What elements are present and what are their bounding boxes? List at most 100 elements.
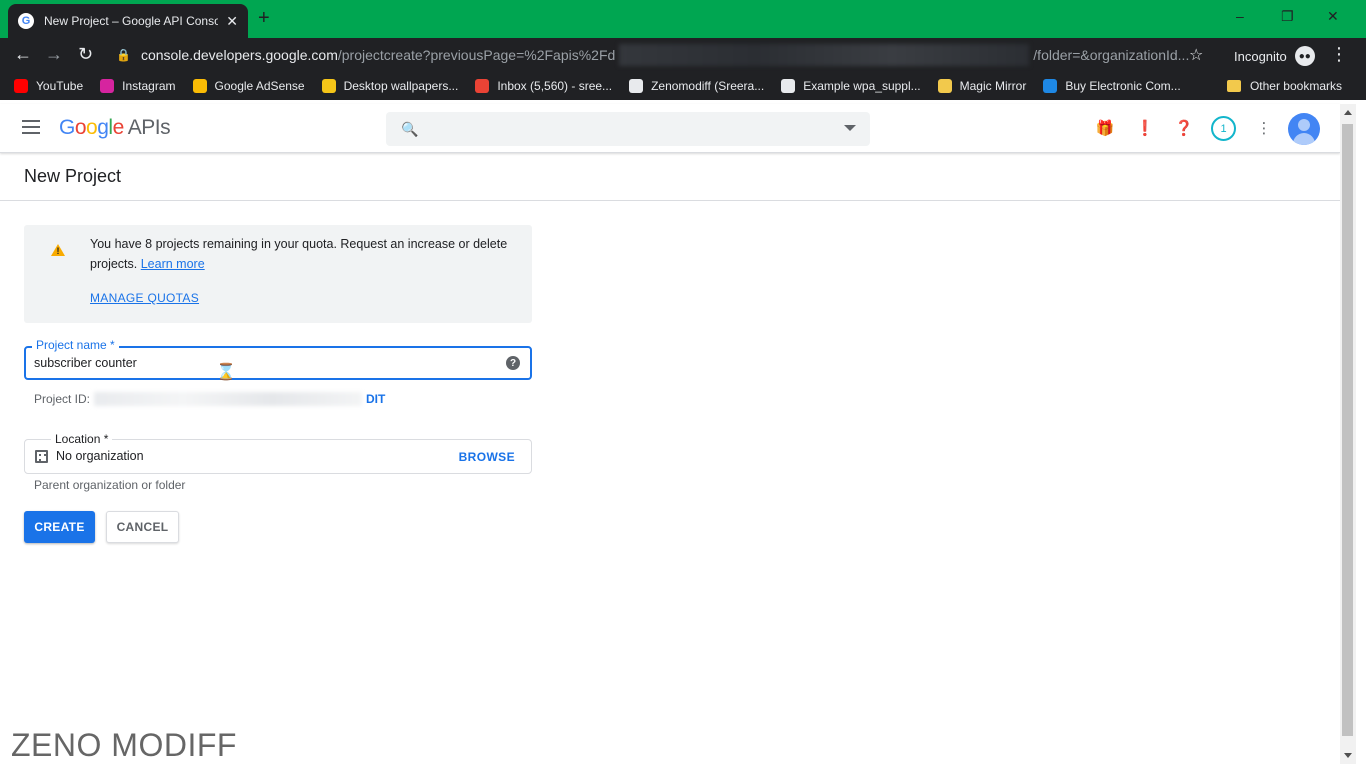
bookmark-label: Google AdSense	[214, 79, 305, 93]
project-id-edit-link[interactable]: DIT	[366, 392, 385, 406]
divider	[0, 200, 1340, 201]
cancel-button[interactable]: CANCEL	[106, 511, 179, 543]
bookmark-label: Zenomodiff (Sreera...	[651, 79, 765, 93]
learn-more-link[interactable]: Learn more	[141, 257, 205, 271]
back-arrow-icon[interactable]: ←	[14, 44, 32, 64]
bookmark-label: Desktop wallpapers...	[343, 79, 459, 93]
close-window-button[interactable]: ✕	[1327, 8, 1339, 25]
quota-notice: ! You have 8 projects remaining in your …	[24, 225, 532, 323]
location-label: Location *	[51, 432, 113, 446]
watermark: ZENO MODIFF	[11, 727, 237, 763]
url-host: console.developers.google.com	[140, 47, 338, 63]
tab-close-icon[interactable]: ✕	[226, 13, 238, 30]
logo-letter: o	[74, 116, 87, 139]
bookmark-icon	[781, 79, 796, 93]
bookmark-item[interactable]: Instagram	[100, 79, 176, 93]
project-id-row: Project ID: DIT	[34, 392, 385, 406]
project-name-field[interactable]: Project name * subscriber counter ?	[24, 338, 532, 380]
project-id-redacted	[94, 392, 363, 406]
bookmark-label: Buy Electronic Com...	[1065, 79, 1181, 93]
folder-icon	[1226, 80, 1241, 92]
scroll-up-icon[interactable]	[1344, 110, 1352, 115]
logo-letter: g	[97, 116, 109, 139]
bookmark-icon	[1043, 79, 1058, 93]
dropdown-arrow-icon[interactable]	[844, 125, 856, 131]
text-cursor-icon: ⌛	[216, 364, 236, 381]
avatar[interactable]	[1288, 113, 1320, 145]
logo-letter: o	[86, 116, 98, 139]
google-apis-logo[interactable]: Google APIs	[59, 116, 171, 140]
other-bookmarks[interactable]: Other bookmarks	[1226, 79, 1342, 93]
bookmark-label: YouTube	[36, 79, 84, 93]
page-title: New Project	[24, 166, 122, 186]
project-name-label: Project name *	[32, 338, 119, 352]
minimize-button[interactable]: –	[1236, 8, 1244, 24]
bookmark-icon	[100, 79, 115, 93]
browser-title-bar: G New Project – Google API Conso ✕ + – ❐…	[0, 0, 1366, 38]
scroll-down-icon[interactable]	[1344, 753, 1352, 758]
bookmark-item[interactable]: Example wpa_suppl...	[781, 79, 921, 93]
browser-tab-active[interactable]: G New Project – Google API Conso ✕	[8, 4, 248, 38]
logo-apis-text: APIs	[127, 116, 171, 139]
bookmark-icon	[937, 79, 952, 93]
bookmark-item[interactable]: Zenomodiff (Sreera...	[629, 79, 764, 93]
bookmark-star-icon[interactable]: ☆	[1189, 45, 1203, 65]
bookmark-item[interactable]: Buy Electronic Com...	[1043, 79, 1181, 93]
new-tab-button[interactable]: +	[258, 8, 270, 28]
lock-icon: 🔒	[116, 48, 131, 62]
bookmark-icon	[629, 79, 644, 93]
more-options-icon[interactable]: ⋮	[1255, 119, 1273, 137]
logo-letter: e	[112, 116, 125, 139]
project-id-label: Project ID:	[34, 392, 91, 406]
url-path: /projectcreate?previousPage=%2Fapis%2Fd	[337, 47, 616, 63]
bookmark-label: Inbox (5,560) - sree...	[497, 79, 613, 93]
bookmark-label: Instagram	[122, 79, 176, 93]
bookmark-icon	[475, 79, 490, 93]
bookmark-label: Example wpa_suppl...	[803, 79, 921, 93]
quota-message: You have 8 projects remaining in your qu…	[90, 234, 510, 274]
bookmark-item[interactable]: Desktop wallpapers...	[321, 79, 459, 93]
help-circle-icon[interactable]: ?	[506, 356, 520, 370]
incognito-label: Incognito	[1234, 48, 1287, 64]
incognito-indicator[interactable]: Incognito ●●	[1234, 46, 1315, 66]
create-button[interactable]: CREATE	[24, 511, 95, 543]
search-icon: 🔍	[401, 121, 419, 137]
location-value: No organization	[56, 449, 144, 463]
menu-icon[interactable]	[22, 120, 40, 134]
google-favicon-icon: G	[18, 13, 34, 29]
search-input[interactable]: 🔍	[386, 112, 870, 146]
bookmark-item[interactable]: Inbox (5,560) - sree...	[475, 79, 612, 93]
bookmarks-bar: YouTube Instagram Google AdSense Desktop wa…	[0, 72, 1366, 100]
restore-button[interactable]: ❐	[1281, 8, 1294, 25]
tab-title: New Project – Google API Conso	[44, 14, 219, 28]
warning-mark: !	[56, 246, 60, 256]
manage-quotas-link[interactable]: MANAGE QUOTAS	[90, 291, 199, 305]
bookmark-icon	[321, 79, 336, 93]
reload-icon[interactable]: ↻	[78, 44, 93, 64]
gift-icon[interactable]: 🎁	[1096, 119, 1115, 137]
building-icon	[35, 450, 48, 463]
feedback-icon[interactable]: ❗	[1136, 119, 1155, 137]
address-bar[interactable]: 🔒 console.developers.google.com /project…	[108, 41, 1218, 69]
bookmark-icon	[192, 79, 207, 93]
page-scrollbar[interactable]	[1340, 104, 1356, 764]
location-field[interactable]: Location * No organization BROWSE	[24, 432, 532, 474]
url-redacted	[619, 44, 1030, 66]
other-bookmarks-label: Other bookmarks	[1249, 79, 1342, 93]
forward-arrow-icon[interactable]: →	[45, 44, 63, 64]
bookmark-label: Magic Mirror	[959, 79, 1027, 93]
location-hint: Parent organization or folder	[34, 478, 186, 492]
project-name-input[interactable]: subscriber counter	[34, 356, 137, 370]
help-icon[interactable]: ❓	[1175, 119, 1194, 137]
browse-button[interactable]: BROWSE	[459, 450, 515, 464]
bookmark-icon	[14, 79, 28, 93]
bookmark-item[interactable]: Google AdSense	[192, 79, 305, 93]
bookmark-item[interactable]: Magic Mirror	[937, 79, 1027, 93]
notifications-icon[interactable]: 1	[1211, 116, 1236, 141]
console-header: Google APIs 🔍 🎁 ❗ ❓ 1 ⋮	[0, 104, 1340, 153]
incognito-icon: ●●	[1294, 46, 1315, 66]
browser-toolbar: ← → ↻ 🔒 console.developers.google.com /p…	[0, 38, 1366, 72]
bookmark-item[interactable]: YouTube	[14, 79, 83, 93]
browser-menu-icon[interactable]: ⋮	[1330, 44, 1348, 65]
scroll-thumb[interactable]	[1342, 124, 1353, 736]
